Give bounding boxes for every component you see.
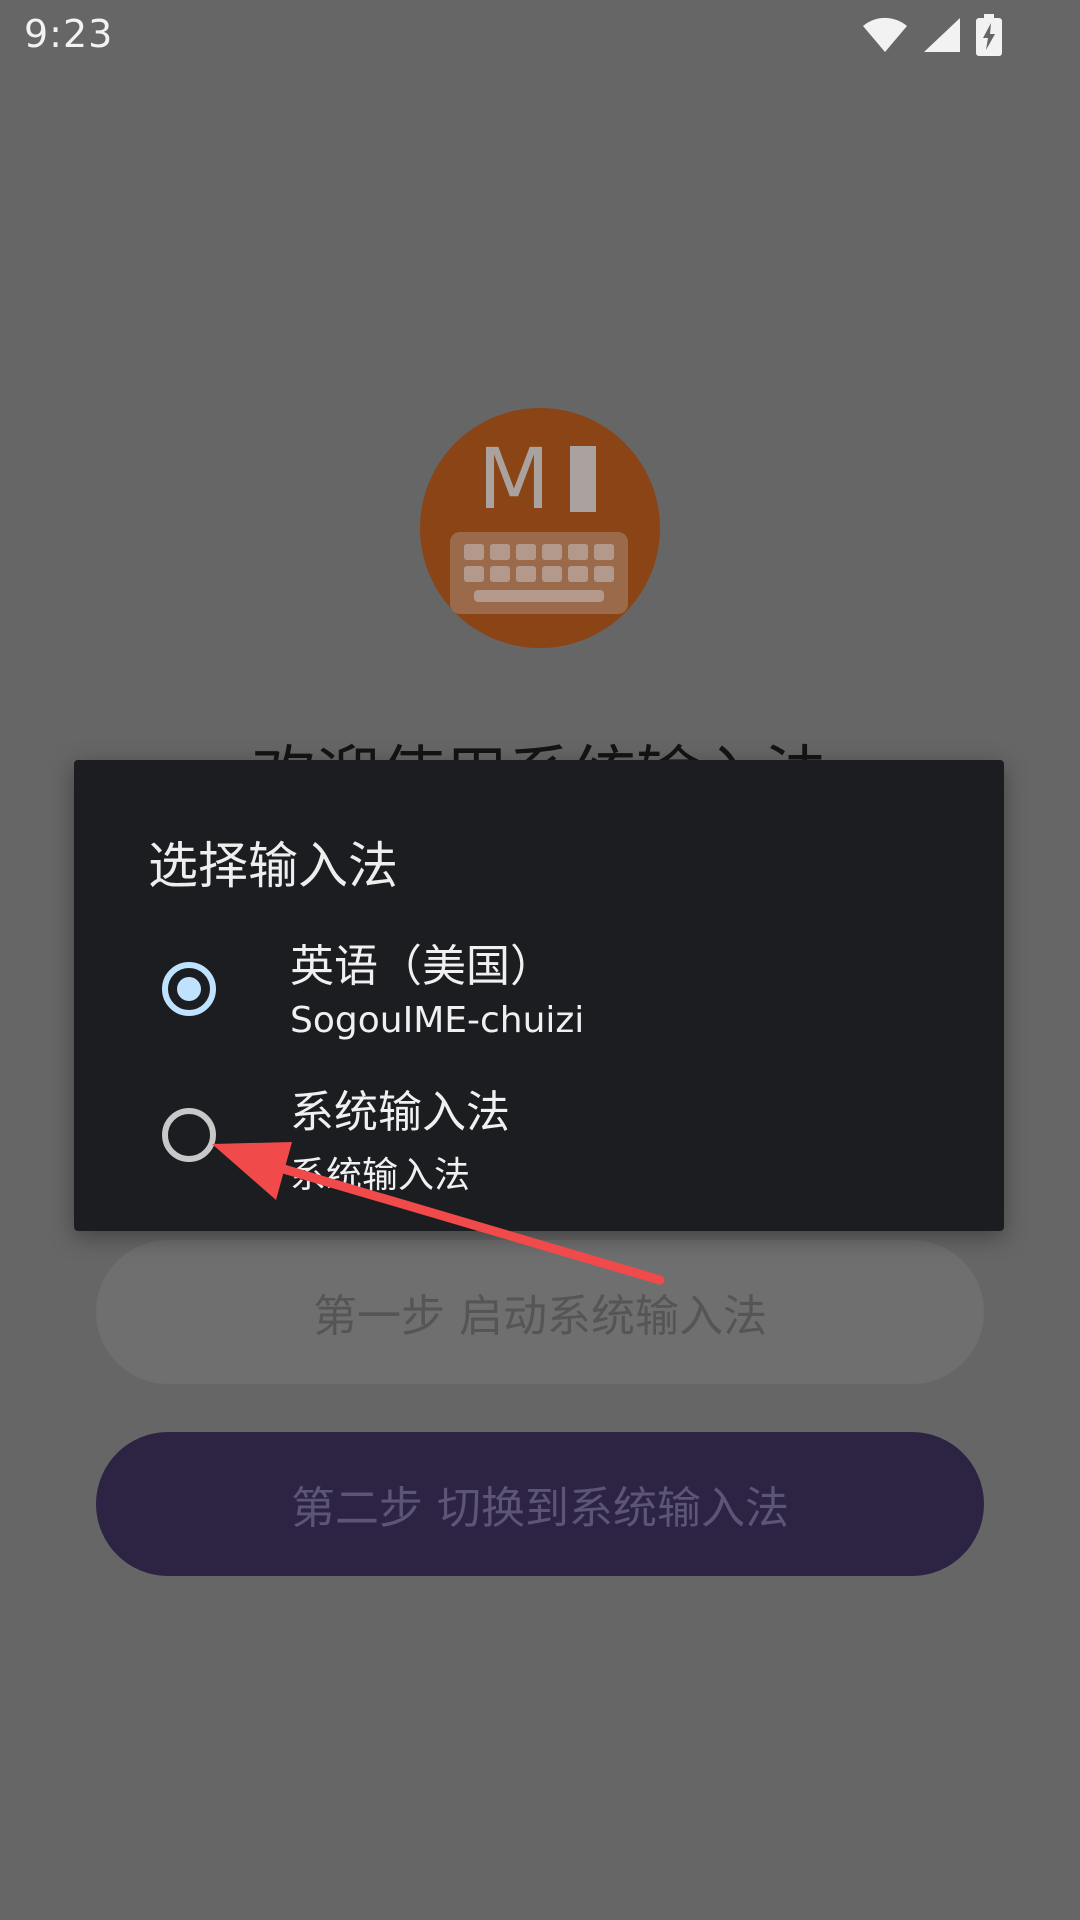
battery-charging-icon xyxy=(976,14,1002,56)
status-icons xyxy=(862,14,1002,56)
step2-switch-ime-button[interactable]: 第二步 切换到系统输入法 xyxy=(96,1432,984,1576)
logo-letter: M xyxy=(478,430,550,528)
ime-option-system-ime[interactable]: 系统输入法 系统输入法 xyxy=(74,1076,1004,1216)
status-time: 9:23 xyxy=(24,12,114,56)
option-sublabel: SogouIME-chuizi xyxy=(290,1000,585,1041)
option-label: 系统输入法 xyxy=(290,1087,510,1138)
option-label: 英语（美国） xyxy=(290,941,554,992)
radio-unselected-icon[interactable] xyxy=(162,1108,216,1162)
step1-enable-ime-button[interactable]: 第一步 启动系统输入法 xyxy=(96,1240,984,1384)
dialog-title: 选择输入法 xyxy=(148,837,398,895)
ime-option-english-us[interactable]: 英语（美国） SogouIME-chuizi xyxy=(74,930,1004,1070)
choose-input-method-dialog: 选择输入法 英语（美国） SogouIME-chuizi 系统输入法 系统输入法 xyxy=(74,760,1004,1231)
app-logo: M xyxy=(420,408,660,648)
radio-selected-icon[interactable] xyxy=(162,962,216,1016)
status-bar: 9:23 xyxy=(0,0,1080,72)
radio-dot xyxy=(177,977,201,1001)
option-sublabel: 系统输入法 xyxy=(290,1155,471,1196)
signal-icon xyxy=(922,16,962,54)
wifi-icon xyxy=(862,16,908,54)
keyboard-logo-icon: M xyxy=(450,430,628,614)
